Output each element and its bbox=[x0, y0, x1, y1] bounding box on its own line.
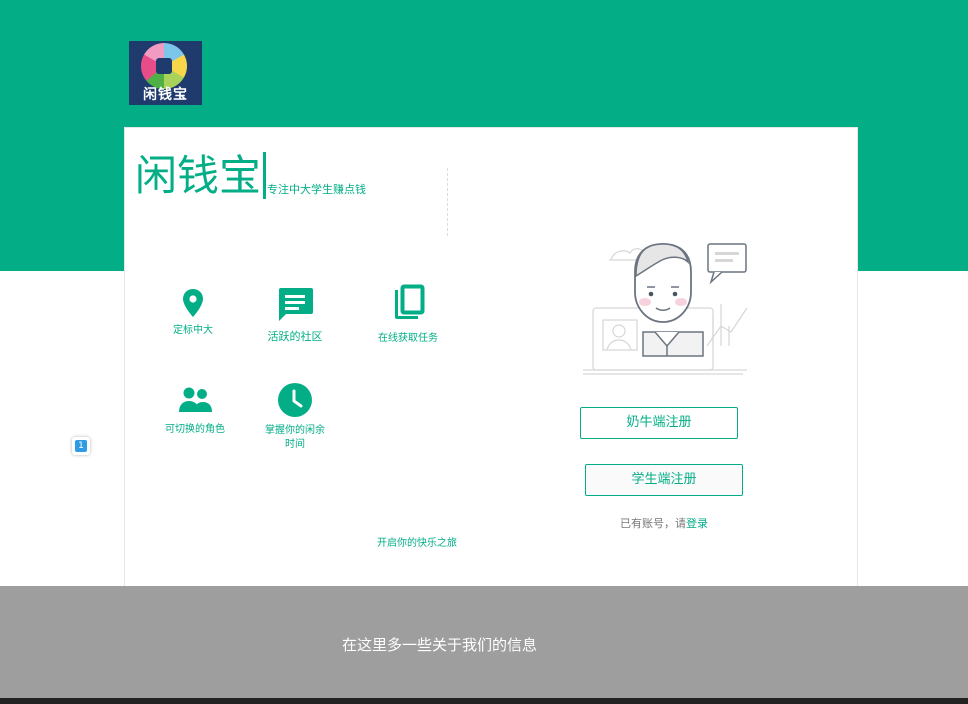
side-badge-number: 1 bbox=[75, 440, 87, 452]
footer: 在这里多一些关于我们的信息 bbox=[0, 586, 968, 698]
feature-community: 活跃的社区 bbox=[255, 286, 335, 344]
login-prompt: 已有账号，请登录 bbox=[620, 515, 708, 531]
divider bbox=[447, 168, 448, 236]
location-pin-icon bbox=[183, 289, 203, 317]
main-card: 闲钱宝 专注中大学生赚点钱 定标中大 活跃的社区 在线获取任务 可切换的角色 掌… bbox=[124, 127, 858, 597]
has-account-text: 已有账号，请 bbox=[620, 517, 686, 530]
feature-roles: 可切换的角色 bbox=[157, 384, 233, 437]
logo-emblem-icon bbox=[141, 43, 187, 89]
feature-label: 可切换的角色 bbox=[165, 424, 225, 435]
bottom-bar bbox=[0, 698, 968, 704]
chat-icon bbox=[279, 288, 313, 321]
dairy-register-button[interactable]: 奶牛端注册 bbox=[580, 407, 738, 439]
app-logo[interactable]: 闲钱宝 bbox=[129, 41, 202, 105]
feature-label-line2: 时间 bbox=[285, 439, 305, 450]
student-avatar-illustration bbox=[583, 243, 748, 375]
student-register-button[interactable]: 学生端注册 bbox=[585, 464, 743, 496]
logo-text: 闲钱宝 bbox=[143, 87, 188, 103]
side-badge[interactable]: 1 bbox=[72, 437, 90, 455]
clock-icon bbox=[278, 383, 312, 417]
journey-link[interactable]: 开启你的快乐之旅 bbox=[377, 534, 457, 549]
brand-title: 闲钱宝 bbox=[135, 152, 267, 200]
login-link[interactable]: 登录 bbox=[686, 517, 708, 530]
footer-text: 在这里多一些关于我们的信息 bbox=[342, 636, 538, 654]
feature-location: 定标中大 bbox=[163, 288, 223, 338]
feature-label-line1: 掌握你的闲余 bbox=[265, 425, 325, 436]
feature-tasks: 在线获取任务 bbox=[370, 284, 446, 346]
feature-label: 在线获取任务 bbox=[378, 333, 438, 344]
people-icon bbox=[179, 387, 212, 412]
copy-icon bbox=[395, 284, 425, 319]
feature-label: 活跃的社区 bbox=[267, 330, 323, 343]
feature-label: 定标中大 bbox=[173, 325, 213, 336]
brand-slogan: 专注中大学生赚点钱 bbox=[267, 183, 366, 196]
feature-time: 掌握你的闲余 时间 bbox=[259, 382, 331, 452]
